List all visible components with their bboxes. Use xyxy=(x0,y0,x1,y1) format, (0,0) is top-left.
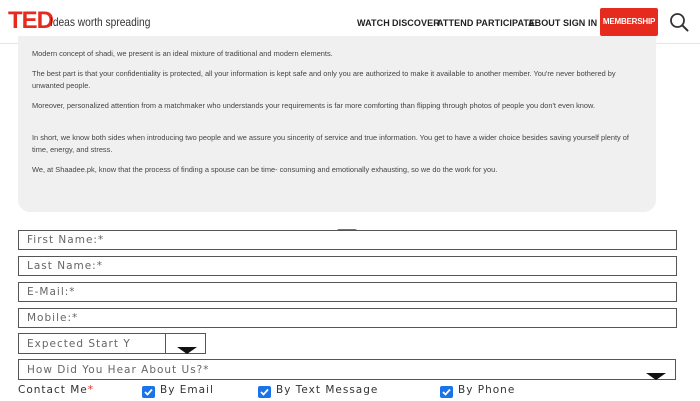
contact-option-label: By Phone xyxy=(458,384,516,396)
paragraph: Moreover, personalized attention from a … xyxy=(32,101,596,110)
last-name-field[interactable] xyxy=(18,256,677,276)
paragraph: In short, we know both sides when introd… xyxy=(32,133,629,154)
tagline: Ideas worth spreading xyxy=(50,15,151,29)
expected-start-value: Expected Start Y xyxy=(27,338,131,350)
first-name-input[interactable] xyxy=(27,231,676,249)
contact-option-label: By Text Message xyxy=(276,384,379,396)
nav-attend[interactable]: ATTEND xyxy=(437,17,473,29)
first-name-field[interactable] xyxy=(18,230,677,250)
nav-sign-in[interactable]: SIGN IN xyxy=(563,17,597,29)
email-input[interactable] xyxy=(27,283,676,301)
chevron-down-icon xyxy=(337,222,357,236)
expected-start-select[interactable]: Expected Start Y xyxy=(18,333,206,354)
ted-logo[interactable]: TED xyxy=(8,8,54,34)
contact-label-text: Contact Me xyxy=(18,384,88,396)
checkbox-checked-icon[interactable] xyxy=(258,386,271,398)
mobile-input[interactable] xyxy=(27,309,676,327)
membership-button[interactable]: MEMBERSHIP xyxy=(600,8,658,36)
caret-down-icon[interactable] xyxy=(177,340,197,359)
paragraph: The best part is that your confidentiali… xyxy=(32,69,616,90)
paragraph: Modern concept of shadi, we present is a… xyxy=(32,49,333,58)
paragraph: We, at Shaadee.pk, know that the process… xyxy=(32,165,498,174)
contact-label: Contact Me* xyxy=(18,384,94,396)
nav-participate[interactable]: PARTICIPATE xyxy=(476,17,535,29)
select-divider xyxy=(165,334,166,353)
required-mark: * xyxy=(87,384,94,396)
hear-about-select[interactable]: How Did You Hear About Us?* xyxy=(18,359,676,380)
nav-watch[interactable]: WATCH xyxy=(357,17,390,29)
hear-about-value: How Did You Hear About Us?* xyxy=(27,364,210,376)
caret-down-icon[interactable] xyxy=(646,366,666,385)
nav-discover[interactable]: DISCOVER xyxy=(392,17,440,29)
search-icon[interactable] xyxy=(668,11,690,33)
last-name-input[interactable] xyxy=(27,257,676,275)
checkbox-checked-icon[interactable] xyxy=(440,386,453,398)
nav-about[interactable]: ABOUT xyxy=(528,17,561,29)
mobile-field[interactable] xyxy=(18,308,677,328)
contact-preferences: Contact Me* By Email By Text Message By … xyxy=(18,384,618,400)
checkbox-checked-icon[interactable] xyxy=(142,386,155,398)
email-field[interactable] xyxy=(18,282,677,302)
info-card: Modern concept of shadi, we present is a… xyxy=(18,36,656,212)
contact-option-label: By Email xyxy=(160,384,214,396)
